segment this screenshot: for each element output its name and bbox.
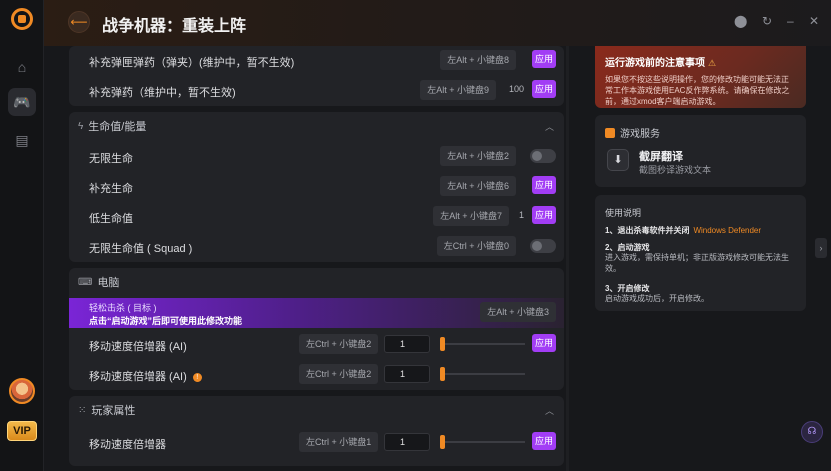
list-item: 补充生命 左Alt + 小键盘6 应用 [69,172,564,202]
cheat-label: 移动速度倍增器 (AI) [89,341,187,353]
hotkey-button[interactable]: 左Alt + 小键盘9 [420,80,496,100]
apply-button[interactable]: 应用 [532,432,556,450]
start-game-hint: 点击“启动游戏”后即可使用此修改功能 [89,316,243,326]
cheat-label: 低生命值 [89,213,133,225]
value-input[interactable]: 1 [384,335,430,353]
value-slider[interactable] [440,337,525,351]
chevron-right-icon[interactable]: › [815,238,827,258]
box-icon[interactable]: ▤ [8,126,36,154]
hotkey-button[interactable]: 左Alt + 小键盘2 [440,146,516,166]
health-panel: ϟ 生命值/能量 ︿ 无限生命 左Alt + 小键盘2 补充生命 左Alt + … [69,112,564,262]
hotkey-button[interactable]: 左Ctrl + 小键盘2 [299,364,379,384]
hotkey-button[interactable]: 左Ctrl + 小键盘2 [299,334,379,354]
arrow-left-icon: ⟵ [70,15,88,29]
cheat-label: 无限生命 [89,153,133,165]
ammo-panel: 补充弹匣弹药（弹夹）(维护中，暂不生效) 左Alt + 小键盘8 应用 补充弹药… [69,46,564,106]
apply-button[interactable]: 应用 [532,334,556,352]
cheat-label: 无限生命值 ( Squad ) [89,243,193,255]
list-item: 低生命值 左Alt + 小键盘7 1 应用 [69,202,564,232]
slider-handle[interactable] [440,435,445,449]
title-bar: ⟵ 战争机器：重装上阵 ⬤ ↻ – ✕ [44,0,831,46]
list-item: 移动速度倍增器 (AI)! 左Ctrl + 小键盘2 1 [69,360,564,390]
section-title: 电脑 [97,277,120,289]
section-header[interactable]: ⌨ 电脑 [69,268,564,296]
hotkey-button[interactable]: 左Alt + 小键盘6 [440,176,516,196]
toggle-switch[interactable] [530,239,556,253]
section-title: 玩家属性 [91,405,136,417]
computer-icon: ⌨ [78,276,93,288]
list-item: 补充弹药（维护中，暂不生效) 左Alt + 小键盘9 100 应用 [69,76,564,106]
stats-icon: ⁙ [78,404,87,416]
service-name[interactable]: 截屏翻译 [639,148,683,164]
apply-button[interactable]: 应用 [532,80,556,98]
slider-handle[interactable] [440,367,445,381]
scrollbar[interactable] [566,46,569,471]
apply-button[interactable]: 应用 [532,176,556,194]
list-item: 无限生命值 ( Squad ) 左Ctrl + 小键盘0 [69,232,564,262]
value-slider[interactable] [440,367,525,381]
warning-icon: ⚠ [708,58,717,68]
notice-title: 运行游戏前的注意事项 ⚠ [605,58,717,69]
cheat-label: 补充弹药（维护中，暂不生效) [89,87,236,99]
list-item: 无限生命 左Alt + 小键盘2 [69,142,564,172]
hotkey-button[interactable]: 左Alt + 小键盘8 [440,50,516,70]
service-header: 游戏服务 [605,125,660,140]
cheat-label: 补充弹匣弹药（弹夹）(维护中，暂不生效) [89,57,295,69]
service-desc: 截图秒译游戏文本 [639,165,712,175]
cheat-label: 移动速度倍增器 [89,439,166,451]
player-panel: ⁙ 玩家属性 ︿ 移动速度倍增器 左Ctrl + 小键盘1 1 应用 [69,396,564,466]
apply-button[interactable]: 应用 [532,206,556,224]
guide-card: 使用说明 1、退出杀毒软件并关闭 Windows Defender 2、启动游戏 … [595,195,806,311]
service-card: 游戏服务 ⬇ 截屏翻译 截图秒译游戏文本 [595,115,806,187]
section-header[interactable]: ⁙ 玩家属性 ︿ [69,396,564,424]
toggle-switch[interactable] [530,149,556,163]
value-input[interactable]: 1 [384,365,430,383]
value-input[interactable]: 1 [384,433,430,451]
avatar[interactable] [9,378,35,404]
app-logo-icon [11,8,33,30]
notice-body: 如果您不按这些说明操作，您的修改功能可能无法正常工作本游戏使用EAC反作弊系统。… [605,75,790,106]
headset-icon[interactable]: ☊ [801,421,823,443]
chevron-up-icon[interactable]: ︿ [545,120,554,133]
refresh-icon[interactable]: ↻ [762,14,772,28]
lightning-icon: ϟ [78,120,84,132]
section-title: 生命值/能量 [88,121,147,133]
guide-step-3-text: 启动游戏成功后，开启修改。 [605,294,709,303]
hotkey-button[interactable]: 左Ctrl + 小键盘1 [299,432,379,452]
chevron-up-icon[interactable]: ︿ [545,404,554,417]
service-icon [605,128,615,138]
hotkey-button[interactable]: 左Ctrl + 小键盘0 [436,236,516,256]
section-header[interactable]: ϟ 生命值/能量 ︿ [69,112,564,140]
left-rail: ⌂ 🎮 ▤ VIP [0,0,44,471]
notice-card: 运行游戏前的注意事项 ⚠ 如果您不按这些说明操作，您的修改功能可能无法正常工作本游… [595,46,806,108]
minimize-icon[interactable]: – [787,14,794,28]
cheat-label: 移动速度倍增器 (AI)! [89,368,202,384]
cheat-label: 轻松击杀 ( 目标 ) [89,303,157,313]
highlight-row[interactable]: 轻松击杀 ( 目标 ) 点击“启动游戏”后即可使用此修改功能 左Alt + 小键… [69,298,564,328]
page-title: 战争机器：重装上阵 [102,18,247,35]
list-item: 补充弹匣弹药（弹夹）(维护中，暂不生效) 左Alt + 小键盘8 应用 [69,46,564,76]
close-icon[interactable]: ✕ [809,14,819,28]
gamepad-icon[interactable]: 🎮 [8,88,36,116]
screenshot-translate-icon[interactable]: ⬇ [607,149,629,171]
computer-panel: ⌨ 电脑 轻松击杀 ( 目标 ) 点击“启动游戏”后即可使用此修改功能 左Alt… [69,268,564,390]
value-readout: 100 [508,84,524,94]
guide-title: 使用说明 [605,208,642,218]
apply-button[interactable]: 应用 [532,50,556,68]
value-slider[interactable] [440,435,525,449]
record-icon[interactable]: ⬤ [734,14,747,28]
back-button[interactable]: ⟵ [68,11,90,33]
slider-handle[interactable] [440,337,445,351]
guide-step-1: 1、退出杀毒软件并关闭 Windows Defender [605,226,762,235]
info-icon[interactable]: ! [192,372,202,382]
hotkey-button[interactable]: 左Alt + 小键盘3 [480,302,556,322]
hotkey-button[interactable]: 左Alt + 小键盘7 [433,206,509,226]
list-item: 移动速度倍增器 左Ctrl + 小键盘1 1 应用 [69,428,564,458]
cheat-label: 补充生命 [89,183,133,195]
guide-step-2-text: 进入游戏，需保持单机；非正版游戏修改可能无法生效。 [605,253,789,273]
home-icon[interactable]: ⌂ [8,53,36,81]
vip-badge[interactable]: VIP [7,421,37,441]
list-item: 移动速度倍增器 (AI) 左Ctrl + 小键盘2 1 应用 [69,330,564,360]
value-readout: 1 [518,210,524,220]
